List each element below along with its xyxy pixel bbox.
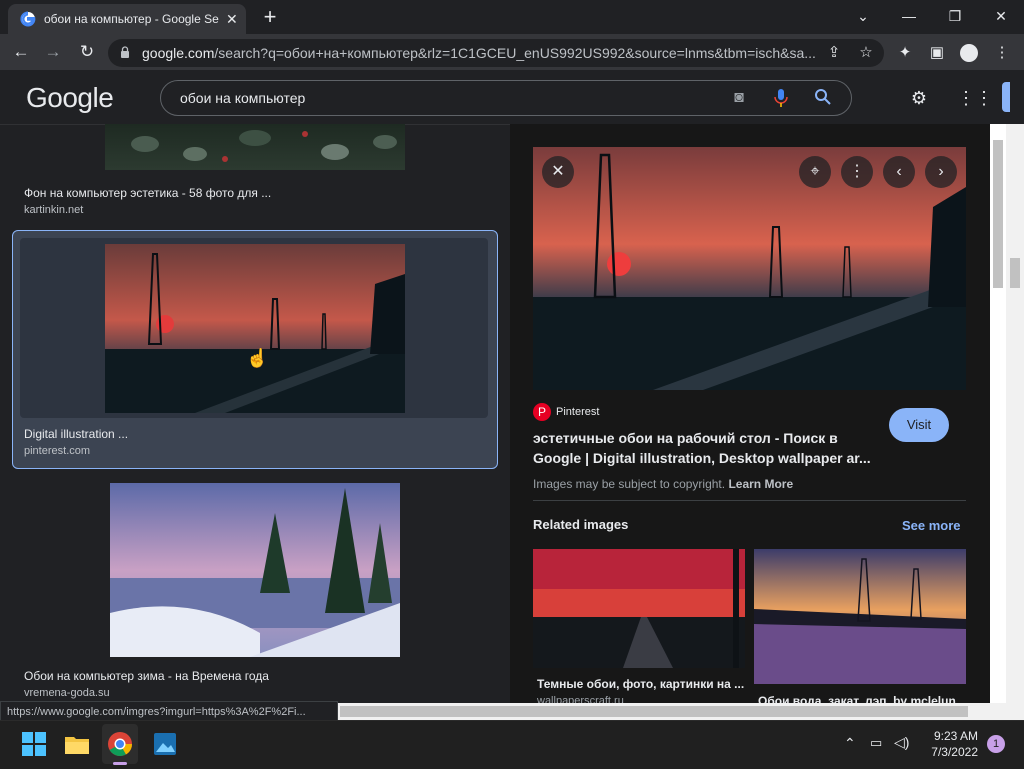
back-arrow-icon[interactable]: ← [10,41,32,63]
hand-cursor-icon: ☝ [246,348,269,368]
settings-gear-icon[interactable]: ⚙ [907,86,931,110]
result-image-sunset[interactable] [105,244,405,413]
new-tab-button[interactable]: + [258,6,282,30]
water-sunset-illustration [754,549,966,684]
preview-title-line2[interactable]: Google | Digital illustration, Desktop w… [533,450,871,466]
restore-icon[interactable]: ❐ [942,5,968,27]
google-favicon-icon [20,11,36,27]
url-text[interactable]: google.com/search?q=обои+на+компьютер&rl… [142,45,822,61]
microphone-icon[interactable] [773,88,789,108]
minimize-icon[interactable]: — [896,5,922,27]
volume-icon[interactable]: ◁) [894,734,909,751]
active-app-indicator [113,762,127,765]
windows-start-icon[interactable] [20,730,48,758]
close-preview-icon[interactable]: ✕ [542,156,574,188]
result-source[interactable]: pinterest.com [24,445,90,457]
bookmark-star-icon[interactable]: ☆ [857,44,875,62]
result-image-winter[interactable] [110,483,400,657]
related-title[interactable]: Темные обои, фото, картинки на ... [537,677,744,691]
google-logo[interactable]: Google [26,82,114,114]
forward-arrow-icon[interactable]: → [42,41,64,63]
side-panel-icon[interactable]: ▣ [928,44,946,62]
tab-title: обои на компьютер - Google Se [44,12,219,26]
horizontal-scrollbar-thumb[interactable] [340,706,968,717]
network-icon[interactable]: ▭ [870,735,882,751]
vertical-scrollbar[interactable] [990,124,1006,706]
result-title[interactable]: Обои на компьютер зима - на Времена года [24,669,269,683]
chrome-menu-icon[interactable]: ⋮ [993,44,1011,62]
tab-search-icon[interactable]: ⌄ [850,5,876,27]
page-scrollbar-thumb[interactable] [1010,258,1020,288]
notification-badge[interactable]: 1 [987,735,1005,753]
lens-search-icon[interactable]: ⌖ [799,156,831,188]
result-source[interactable]: kartinkin.net [24,204,83,216]
preview-source-name[interactable]: Pinterest [556,406,599,418]
sunset-powerlines-illustration [105,244,405,413]
divider [533,500,966,501]
link-status-bubble: https://www.google.com/imgres?imgurl=htt… [0,701,338,721]
related-image-water[interactable] [754,549,966,684]
profile-avatar-icon[interactable] [960,44,978,62]
result-title[interactable]: Digital illustration ... [24,427,128,441]
red-sky-road-illustration [533,549,745,668]
winter-lake-illustration [110,483,400,657]
leaves-illustration [131,130,397,162]
share-icon[interactable]: ⇪ [825,44,843,62]
reload-icon[interactable]: ↻ [76,41,98,63]
next-image-icon[interactable]: › [925,156,957,188]
scrollbar-thumb[interactable] [993,140,1003,288]
related-images-heading: Related images [533,517,629,532]
tab-close-icon[interactable]: ✕ [226,11,238,28]
file-explorer-icon[interactable] [63,730,91,758]
show-hidden-icons-icon[interactable]: ⌃ [844,735,856,752]
extensions-puzzle-icon[interactable]: ✦ [896,44,914,62]
result-image-leaves[interactable] [105,124,405,170]
learn-more-link[interactable]: Learn More [728,477,793,491]
search-icon[interactable] [814,88,832,106]
more-options-icon[interactable]: ⋮ [841,156,873,188]
window-close-icon[interactable]: ✕ [988,5,1014,27]
clock-date[interactable]: 7/3/2022 [928,745,978,759]
related-image-road[interactable] [533,549,745,668]
previous-image-icon[interactable]: ‹ [883,156,915,188]
pinterest-logo-icon: P [533,403,551,421]
result-source[interactable]: vremena-goda.su [24,687,110,699]
see-more-link[interactable]: See more [902,518,961,533]
preview-title-line1[interactable]: эстетичные обои на рабочий стол - Поиск … [533,430,838,446]
sign-in-button[interactable] [1002,82,1010,112]
page-scrollbar[interactable] [1006,124,1024,720]
browser-tab[interactable]: обои на компьютер - Google Se ✕ [8,4,246,34]
copyright-note: Images may be subject to copyright. Lear… [533,477,794,491]
camera-search-icon[interactable]: ◙ [729,88,749,108]
lock-icon[interactable] [120,46,130,58]
result-title[interactable]: Фон на компьютер эстетика - 58 фото для … [24,186,271,200]
apps-grid-icon[interactable]: ⋮⋮ [957,86,993,110]
chrome-icon[interactable] [106,730,134,758]
clock-time[interactable]: 9:23 AM [928,729,978,743]
visit-button[interactable]: Visit [889,408,949,442]
search-query-text[interactable]: обои на компьютер [180,90,305,106]
photos-app-icon[interactable] [151,730,179,758]
